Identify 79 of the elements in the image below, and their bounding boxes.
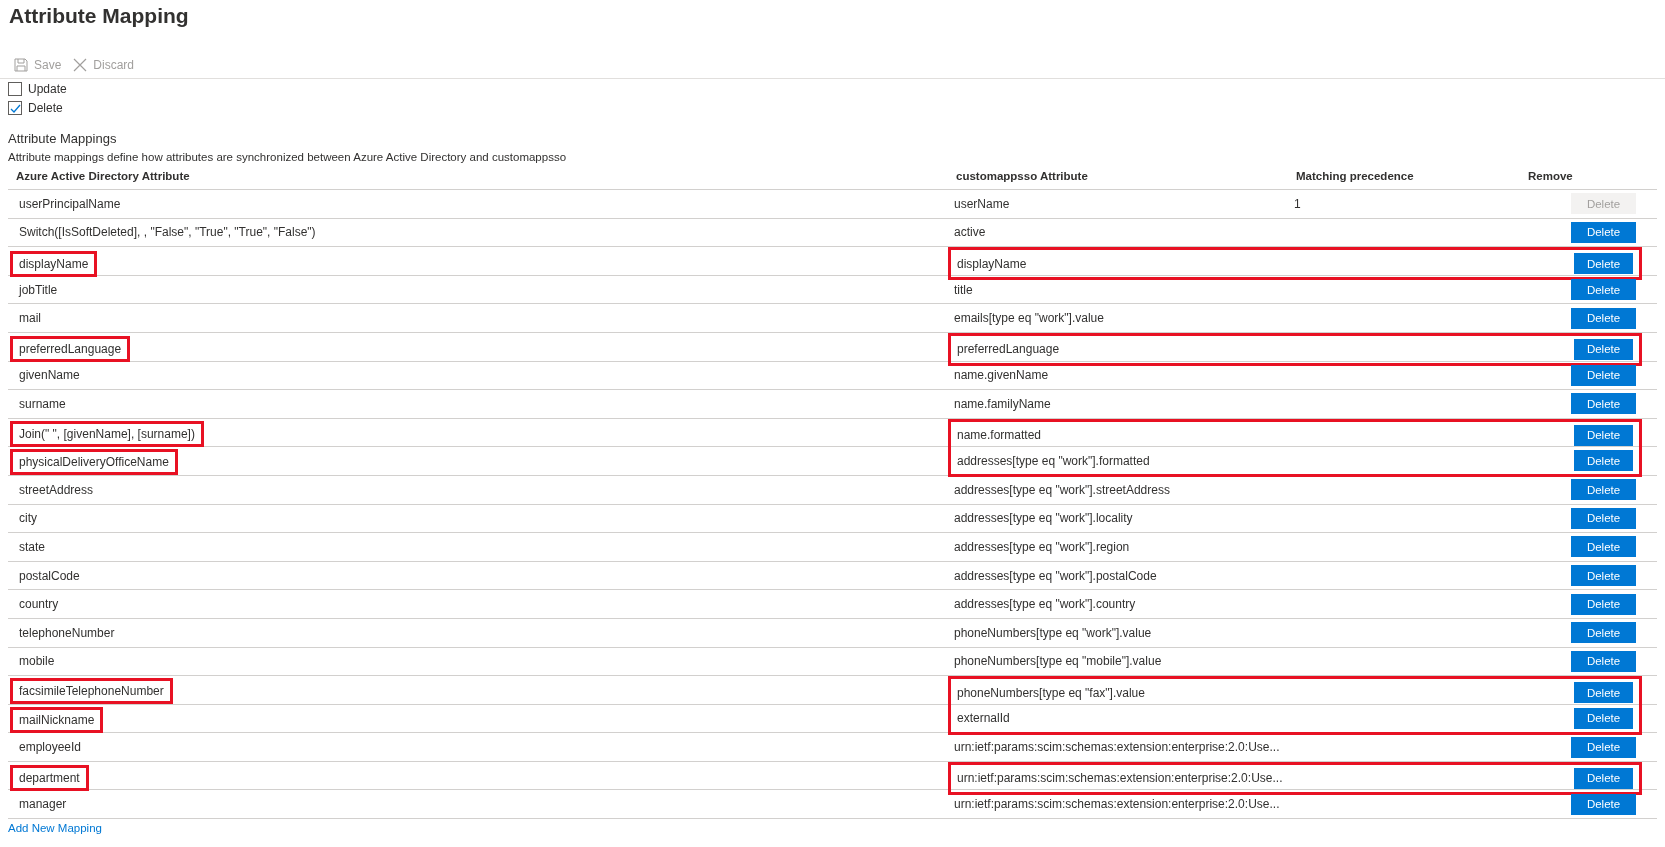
source-attribute-cell: preferredLanguage: [10, 336, 131, 363]
checkbox-option[interactable]: Delete: [8, 99, 1657, 117]
delete-button[interactable]: Delete: [1571, 507, 1636, 529]
target-attribute-cell-text: urn:ietf:params:scim:schemas:extension:enterprise:2.0:Use...: [953, 796, 1281, 814]
column-header: Azure Active Directory Attribute: [15, 170, 190, 182]
target-attribute-cell-text: name.givenName: [953, 367, 1050, 385]
target-attribute-cell-text: phoneNumbers[type eq "work"].value: [953, 624, 1153, 642]
source-attribute-cell: physicalDeliveryOfficeName: [10, 449, 178, 476]
delete-button[interactable]: Delete: [1571, 565, 1636, 586]
target-attribute-cell-text: addresses[type eq "work"].country: [953, 596, 1137, 614]
source-attribute-cell-text: country: [18, 596, 60, 614]
delete-button[interactable]: Delete: [1571, 536, 1636, 558]
target-attribute-cell-text: userName: [953, 195, 1011, 213]
checkbox-option[interactable]: Update: [8, 80, 1657, 98]
target-attribute-cell-text: name.familyName: [953, 395, 1052, 413]
source-attribute-cell-text: jobTitle: [17, 281, 59, 299]
target-attribute-cell-text: addresses[type eq "work"].formatted: [956, 452, 1151, 470]
delete-button[interactable]: Delete: [1571, 650, 1636, 672]
precedence-cell: 1: [1294, 196, 1301, 211]
source-attribute-cell-text: surname: [18, 395, 67, 413]
delete-button[interactable]: Delete: [1571, 279, 1636, 301]
source-attribute-cell-text: city: [18, 510, 38, 528]
source-attribute-cell-text: state: [18, 538, 46, 556]
page-title: Attribute Mapping: [8, 3, 190, 29]
add-new-mapping-link[interactable]: Add New Mapping: [8, 822, 102, 835]
source-attribute-cell: department: [10, 765, 89, 792]
source-attribute-cell-text: mail: [18, 310, 42, 328]
delete-button[interactable]: Delete: [1571, 479, 1636, 501]
target-attribute-cell-text: addresses[type eq "work"].streetAddress: [953, 481, 1171, 499]
source-attribute-cell-text: employeeId: [18, 739, 83, 757]
source-attribute-cell-text: givenName: [18, 367, 81, 385]
source-attribute-cell-text: streetAddress: [18, 481, 95, 499]
target-attribute-cell-text: externalId: [956, 710, 1011, 728]
column-header: Remove: [1527, 170, 1574, 182]
delete-button[interactable]: Delete: [1574, 450, 1633, 472]
source-attribute-cell-text: manager: [18, 796, 68, 814]
delete-button[interactable]: Delete: [1571, 364, 1636, 386]
source-attribute-cell-text: Switch([IsSoftDeleted], , "False", "True", "True", "False"): [18, 224, 317, 242]
target-attribute-cell-text: preferredLanguage: [956, 341, 1061, 359]
delete-button[interactable]: Delete: [1571, 593, 1636, 615]
delete-button[interactable]: Delete: [1574, 424, 1633, 446]
delete-button[interactable]: Delete: [1571, 307, 1636, 329]
target-attribute-cell-text: urn:ietf:params:scim:schemas:extension:enterprise:2.0:Use...: [953, 739, 1281, 757]
source-attribute-cell-text: telephoneNumber: [18, 624, 116, 642]
source-attribute-cell-text: userPrincipalName: [18, 195, 122, 213]
target-attribute-cell-text: addresses[type eq "work"].postalCode: [953, 567, 1158, 585]
source-attribute-cell-text: postalCode: [18, 567, 81, 585]
column-header: Matching precedence: [1295, 170, 1415, 182]
target-attribute-cell-text: phoneNumbers[type eq "mobile"].value: [953, 653, 1163, 671]
column-header: customappsso Attribute: [955, 170, 1089, 182]
source-attribute-cell: Join(" ", [givenName], [surname]): [10, 420, 204, 447]
target-attribute-cell-text: addresses[type eq "work"].locality: [953, 510, 1134, 528]
delete-button[interactable]: Delete: [1571, 736, 1636, 758]
source-attribute-cell: displayName: [10, 250, 98, 277]
target-attribute-cell-text: urn:ietf:params:scim:schemas:extension:enterprise:2.0:Use...: [956, 770, 1284, 788]
section-title: Attribute Mappings: [8, 131, 118, 146]
section-description: Attribute mappings define how attributes are synchronized between Azure Active Directory and customappsso: [8, 151, 568, 163]
delete-button[interactable]: Delete: [1574, 338, 1633, 360]
target-attribute-cell-text: phoneNumbers[type eq "fax"].value: [956, 684, 1146, 702]
delete-button[interactable]: Delete: [1574, 707, 1633, 729]
delete-button[interactable]: Delete: [1574, 253, 1633, 275]
target-attribute-cell-text: name.formatted: [956, 427, 1043, 445]
source-attribute-cell-text: mobile: [18, 653, 56, 671]
target-attribute-cell-text: addresses[type eq "work"].region: [953, 538, 1131, 556]
delete-button[interactable]: Delete: [1571, 393, 1636, 415]
source-attribute-cell: facsimileTelephoneNumber: [10, 678, 173, 705]
delete-button[interactable]: Delete: [1571, 622, 1636, 644]
delete-button[interactable]: Delete: [1571, 793, 1636, 815]
checkbox[interactable]: [8, 101, 22, 115]
delete-button[interactable]: Delete: [1574, 682, 1633, 704]
source-attribute-cell: mailNickname: [10, 706, 104, 733]
target-attribute-cell-text: title: [953, 281, 974, 299]
target-attribute-cell-text: displayName: [956, 255, 1028, 273]
delete-button[interactable]: Delete: [1574, 767, 1633, 789]
delete-button[interactable]: Delete: [1571, 221, 1636, 243]
target-attribute-cell-text: emails[type eq "work"].value: [953, 310, 1105, 328]
close-icon: [73, 58, 88, 72]
target-attribute-cell-text: active: [953, 224, 987, 242]
checkbox[interactable]: [8, 82, 22, 96]
